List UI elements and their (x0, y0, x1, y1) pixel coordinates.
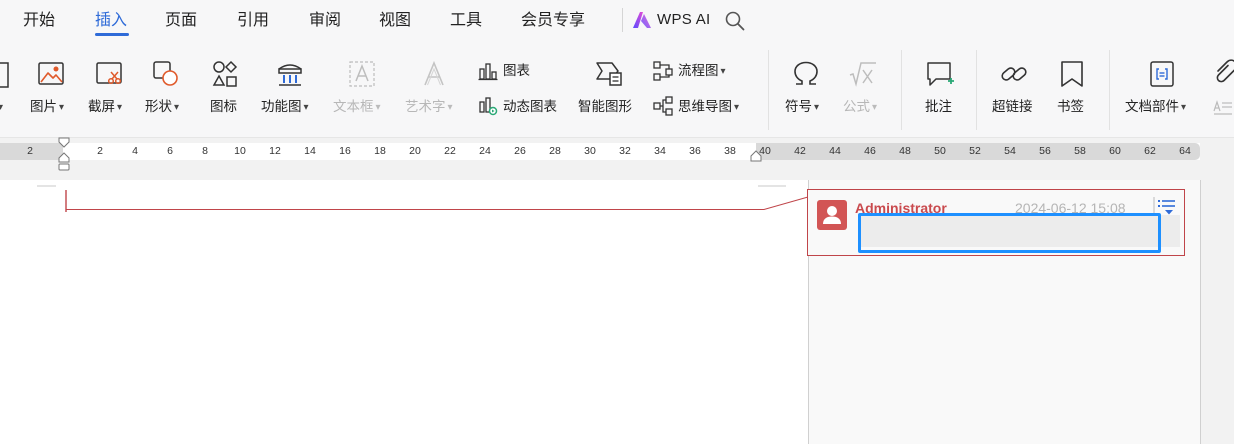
add-comment-icon[interactable] (925, 59, 955, 89)
blank-page-icon[interactable] (0, 60, 16, 90)
cutoff-caret-icon: ▾ (0, 102, 4, 113)
comment-anchor-lines (37, 185, 809, 212)
avatar (817, 200, 847, 230)
chart-button[interactable]: 图表 (503, 62, 530, 80)
word-art-icon (424, 60, 444, 86)
tab-page[interactable]: 页面 (165, 9, 197, 31)
tab-member[interactable]: 会员专享 (521, 9, 585, 31)
screenshot-button[interactable]: 截屏 ▾ (88, 98, 122, 117)
icon-library-button[interactable]: 图标 (210, 98, 237, 116)
attachment-icon[interactable] (1210, 57, 1234, 87)
wps-ai-button[interactable]: WPS AI (657, 10, 710, 30)
formula-icon (849, 62, 876, 87)
hanging-indent-marker[interactable] (58, 152, 70, 163)
ribbon-divider (768, 50, 769, 130)
tab-view[interactable]: 视图 (379, 9, 411, 31)
ribbon-divider (976, 50, 977, 130)
text-align-icon[interactable] (1212, 97, 1232, 117)
tab-start[interactable]: 开始 (23, 9, 55, 31)
function-chart-button[interactable]: 功能图 ▾ (261, 98, 309, 117)
shape-button[interactable]: 形状 ▾ (145, 98, 179, 117)
screenshot-label: 截屏 (88, 99, 115, 115)
shape-label: 形状 (145, 99, 172, 115)
user-icon (823, 206, 841, 224)
tab-review[interactable]: 审阅 (309, 9, 341, 31)
icon-library-icon[interactable] (210, 59, 240, 89)
tab-tools[interactable]: 工具 (450, 9, 482, 31)
bookmark-icon[interactable] (1057, 59, 1087, 89)
shape-icon[interactable] (151, 59, 181, 89)
picture-icon[interactable] (36, 59, 66, 89)
text-box-label: 文本框 (333, 99, 374, 115)
picture-label: 图片 (30, 99, 57, 115)
search-icon[interactable] (724, 10, 746, 32)
flowchart-label: 流程图 (678, 63, 719, 79)
flowchart-icon[interactable] (653, 61, 673, 81)
hyperlink-icon[interactable] (999, 59, 1029, 89)
comment-connector-line (66, 196, 809, 210)
dynamic-chart-button[interactable]: 动态图表 (503, 98, 557, 116)
screenshot-icon[interactable] (94, 59, 124, 89)
text-box-icon (349, 61, 375, 87)
doc-parts-button[interactable]: 文档部件 ▾ (1125, 98, 1186, 117)
symbol-button[interactable]: 符号 ▾ (785, 98, 819, 117)
mind-map-button[interactable]: 思维导图 ▾ (678, 98, 739, 117)
first-line-indent-marker[interactable] (58, 137, 70, 148)
word-art-button: 艺术字 ▾ (405, 99, 453, 115)
chart-icon[interactable] (478, 61, 498, 81)
doc-parts-label: 文档部件 (1125, 99, 1179, 115)
menu-divider (622, 8, 623, 32)
bookmark-button[interactable]: 书签 (1057, 98, 1084, 116)
tab-insert[interactable]: 插入 (95, 9, 127, 31)
ribbon-divider (901, 50, 902, 130)
left-indent-marker[interactable] (58, 163, 70, 171)
symbol-label: 符号 (785, 99, 812, 115)
tab-references[interactable]: 引用 (237, 9, 269, 31)
formula-label: 公式 (843, 99, 870, 115)
word-art-label: 艺术字 (405, 99, 446, 115)
comment-input-focus-ring (858, 213, 1161, 253)
mind-map-label: 思维导图 (678, 99, 732, 115)
comment-button[interactable]: 批注 (925, 98, 952, 116)
wps-ai-logo-icon[interactable] (631, 10, 653, 30)
picture-button[interactable]: 图片 ▾ (30, 98, 64, 117)
formula-button: 公式 ▾ (843, 99, 878, 115)
ribbon-toolbar: ▾ 图片 ▾ 截屏 ▾ 形状 ▾ 图标 功能图 ▾ 文本框 ▾ 艺术字 ▾ 图表… (0, 42, 1234, 138)
ribbon-divider (1109, 50, 1110, 130)
flowchart-button[interactable]: 流程图 ▾ (678, 62, 726, 81)
symbol-omega-icon[interactable] (791, 59, 821, 89)
function-chart-label: 功能图 (261, 99, 302, 115)
indent-markers (58, 137, 762, 171)
mind-map-icon[interactable] (653, 96, 673, 116)
doc-parts-icon[interactable] (1147, 59, 1177, 89)
right-indent-marker[interactable] (750, 150, 762, 162)
hyperlink-button[interactable]: 超链接 (992, 98, 1033, 116)
active-tab-indicator (95, 33, 129, 36)
smart-shape-icon[interactable] (594, 58, 624, 88)
text-box-button: 文本框 ▾ (333, 99, 381, 115)
smart-shape-button[interactable]: 智能图形 (578, 98, 632, 116)
menu-bar: 开始 插入 页面 引用 审阅 视图 工具 会员专享 WPS AI (0, 0, 1234, 42)
dynamic-chart-icon[interactable] (478, 96, 498, 116)
function-chart-icon[interactable] (275, 59, 305, 89)
